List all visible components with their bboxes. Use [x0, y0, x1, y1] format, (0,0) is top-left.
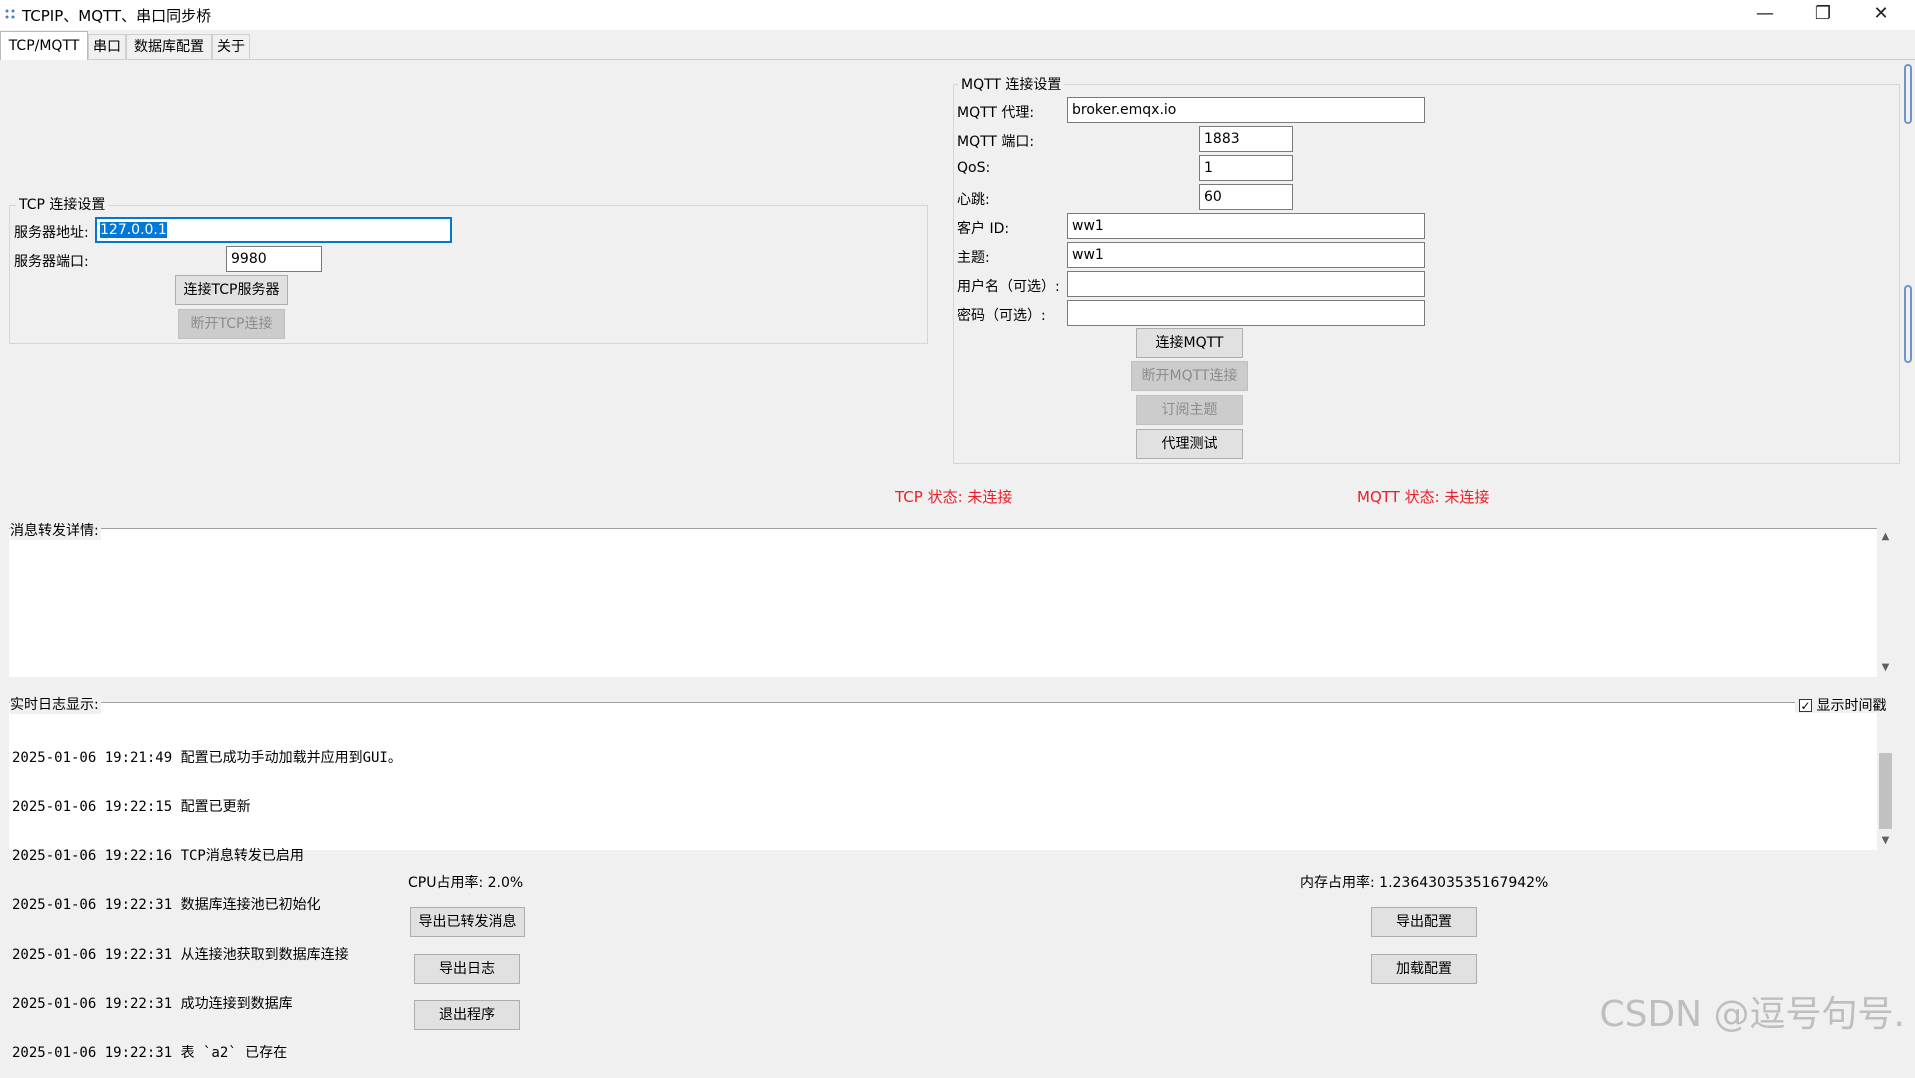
log-line: 2025-01-06 19:22:31 成功连接到数据库	[12, 995, 293, 1012]
password-label: 密码（可选）:	[957, 308, 1046, 324]
tcp-status: TCP 状态: 未连接	[895, 488, 1013, 506]
proxy-test-button[interactable]: 代理测试	[1136, 429, 1243, 459]
load-config-button[interactable]: 加载配置	[1371, 954, 1477, 984]
forward-scrollbar[interactable]: ▲ ▼	[1877, 528, 1894, 676]
log-line: 2025-01-06 19:22:31 从连接池获取到数据库连接	[12, 946, 349, 963]
checkbox-checked-icon[interactable]: ✓	[1799, 698, 1812, 712]
show-timestamp-label: 显示时间戳	[1816, 698, 1887, 714]
log-line: 2025-01-06 19:22:16 TCP消息转发已启用	[12, 848, 304, 865]
restore-button[interactable]: ❐	[1794, 0, 1852, 30]
tab-tcp-mqtt[interactable]: TCP/MQTT	[0, 31, 88, 60]
disconnect-tcp-button[interactable]: 断开TCP连接	[178, 309, 285, 339]
window-scroll-thumb-top[interactable]	[1904, 64, 1912, 124]
username-input[interactable]	[1067, 271, 1425, 297]
log-line: 2025-01-06 19:22:15 配置已更新	[12, 799, 251, 816]
tab-serial[interactable]: 串口	[88, 34, 126, 59]
tab-divider	[0, 59, 1915, 60]
window-title: TCPIP、MQTT、串口同步桥	[22, 7, 212, 25]
scroll-down-arrow-icon[interactable]: ▼	[1877, 832, 1894, 849]
qos-input[interactable]: 1	[1199, 155, 1293, 181]
export-config-button[interactable]: 导出配置	[1371, 907, 1477, 937]
username-label: 用户名（可选）:	[957, 279, 1060, 295]
show-timestamp-toggle[interactable]: ✓ 显示时间戳	[1795, 695, 1891, 714]
window-scrollbar[interactable]	[1901, 62, 1913, 1041]
heartbeat-input[interactable]: 60	[1199, 184, 1293, 210]
mqtt-broker-input[interactable]: broker.emqx.io	[1067, 97, 1425, 123]
watermark: CSDN @逗号句号.	[1599, 994, 1905, 1035]
mqtt-status: MQTT 状态: 未连接	[1357, 488, 1490, 506]
server-port-label: 服务器端口:	[14, 254, 89, 270]
export-log-button[interactable]: 导出日志	[414, 954, 520, 984]
exit-button[interactable]: 退出程序	[414, 1000, 520, 1030]
log-scroll-thumb[interactable]	[1879, 753, 1892, 829]
forward-details-textarea[interactable]	[9, 528, 1877, 677]
connect-mqtt-button[interactable]: 连接MQTT	[1136, 328, 1243, 358]
cpu-usage: CPU占用率: 2.0%	[408, 875, 524, 891]
scroll-down-arrow-icon[interactable]: ▼	[1877, 659, 1894, 676]
mqtt-port-label: MQTT 端口:	[957, 134, 1035, 150]
log-label: 实时日志显示:	[10, 694, 101, 714]
memory-usage: 内存占用率: 1.2364303535167942%	[1300, 875, 1549, 891]
topic-label: 主题:	[957, 250, 990, 266]
heartbeat-label: 心跳:	[957, 192, 990, 208]
connect-tcp-button[interactable]: 连接TCP服务器	[175, 275, 288, 305]
log-line: 2025-01-06 19:21:49 配置已成功手动加载并应用到GUI。	[12, 749, 402, 766]
forward-details-label: 消息转发详情:	[10, 520, 101, 540]
tab-about[interactable]: 关于	[212, 34, 250, 59]
log-line: 2025-01-06 19:22:31 表 `a2` 已存在	[12, 1045, 288, 1062]
scroll-up-arrow-icon[interactable]: ▲	[1877, 528, 1894, 545]
close-button[interactable]: ✕	[1852, 0, 1910, 30]
topic-input[interactable]: ww1	[1067, 242, 1425, 268]
server-address-value: 127.0.0.1	[100, 222, 167, 238]
disconnect-mqtt-button[interactable]: 断开MQTT连接	[1131, 361, 1248, 391]
server-address-label: 服务器地址:	[14, 225, 89, 241]
log-scrollbar[interactable]: ▼	[1877, 717, 1894, 849]
subscribe-topic-button[interactable]: 订阅主题	[1136, 395, 1243, 425]
qos-label: QoS:	[957, 160, 991, 176]
app-icon	[5, 9, 15, 19]
mqtt-port-input[interactable]: 1883	[1199, 126, 1293, 152]
password-input[interactable]	[1067, 300, 1425, 326]
export-forwarded-button[interactable]: 导出已转发消息	[410, 907, 525, 937]
tab-database-config[interactable]: 数据库配置	[126, 34, 212, 59]
mqtt-broker-label: MQTT 代理:	[957, 105, 1035, 121]
server-port-input[interactable]: 9980	[226, 246, 322, 272]
tcp-group-title: TCP 连接设置	[16, 194, 109, 214]
log-lines: 2025-01-06 19:21:49 配置已成功手动加载并应用到GUI。 20…	[12, 717, 402, 1078]
mqtt-group-title: MQTT 连接设置	[958, 74, 1065, 94]
minimize-button[interactable]: —	[1736, 0, 1794, 30]
client-id-label: 客户 ID:	[957, 221, 1010, 237]
server-address-input[interactable]: 127.0.0.1	[95, 217, 452, 243]
title-bar	[0, 0, 1915, 30]
window-scroll-thumb-mid[interactable]	[1904, 285, 1912, 363]
log-line: 2025-01-06 19:22:31 数据库连接池已初始化	[12, 897, 321, 914]
client-id-input[interactable]: ww1	[1067, 213, 1425, 239]
